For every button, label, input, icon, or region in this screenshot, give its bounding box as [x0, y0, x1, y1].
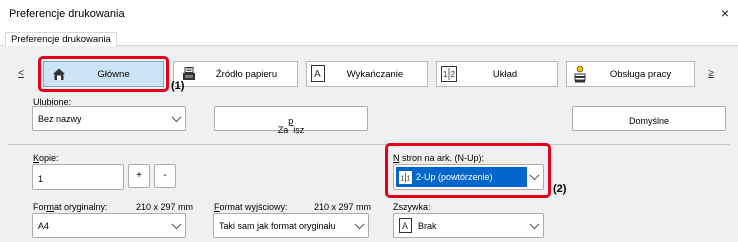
nav-prev-arrow[interactable]: < [11, 61, 31, 87]
output-format-value: Taki sam jak format oryginału [219, 220, 336, 231]
copies-value: 1 [38, 173, 44, 184]
highlight-box-main [38, 56, 169, 92]
output-format-size: 210 x 297 mm [314, 202, 372, 212]
window-title: Preferencje drukowania [9, 8, 125, 20]
nav-next-arrow[interactable]: ≥ [701, 61, 721, 87]
chevron-down-icon [171, 111, 182, 122]
favorites-value: Bez nazwy [38, 113, 82, 124]
output-format-label: Format wyjściowy: [214, 202, 288, 212]
staple-label: Zszywka: [393, 202, 431, 212]
tab-printing-preferences[interactable]: Preferencje drukowania [5, 32, 117, 47]
staple-select[interactable]: A Brak [393, 213, 544, 238]
defaults-button[interactable]: Domyślne [572, 106, 726, 131]
copies-increment-button[interactable]: + [128, 164, 150, 188]
nav-label-job-handling: Obsługa pracy [609, 69, 672, 80]
tab-strip: Preferencje drukowania [0, 28, 738, 47]
nav-label-paper-source: Źródło papieru [215, 69, 278, 80]
chevron-down-icon [529, 218, 540, 229]
title-bar: Preferencje drukowania × [0, 0, 738, 28]
favorites-select[interactable]: Bez nazwy [32, 106, 186, 131]
save-button[interactable]: Zapisz [214, 106, 368, 135]
highlight-box-nup [385, 143, 551, 198]
original-format-value: A4 [38, 220, 50, 231]
chevron-down-icon [354, 218, 365, 229]
callout-1: (1) [171, 80, 185, 92]
nav-item-layout[interactable]: 1 2 Układ [436, 61, 558, 87]
staple-none-icon: A [399, 218, 412, 233]
chevron-down-icon [171, 218, 182, 229]
staple-value: Brak [418, 221, 437, 231]
nav-item-job-handling[interactable]: Obsługa pracy [566, 61, 695, 87]
original-format-label: Format oryginalny: [33, 202, 108, 212]
nav-item-finishing[interactable]: A Wykańczanie [306, 61, 428, 87]
original-format-size: 210 x 297 mm [136, 202, 194, 212]
callout-2: (2) [553, 183, 567, 195]
nav-item-paper-source[interactable]: Źródło papieru [173, 61, 298, 87]
divider [8, 144, 730, 145]
close-icon[interactable]: × [716, 4, 734, 22]
copies-input[interactable]: 1 [32, 164, 124, 190]
nav-label-layout: Układ [492, 69, 518, 80]
copies-label: Kopie: [33, 153, 59, 163]
nav-label-finishing: Wykańczanie [346, 69, 404, 80]
output-format-select[interactable]: Taki sam jak format oryginału [213, 213, 369, 238]
original-format-select[interactable]: A4 [32, 213, 186, 238]
copies-decrement-button[interactable]: - [154, 164, 176, 188]
svg-text:A: A [402, 221, 408, 231]
